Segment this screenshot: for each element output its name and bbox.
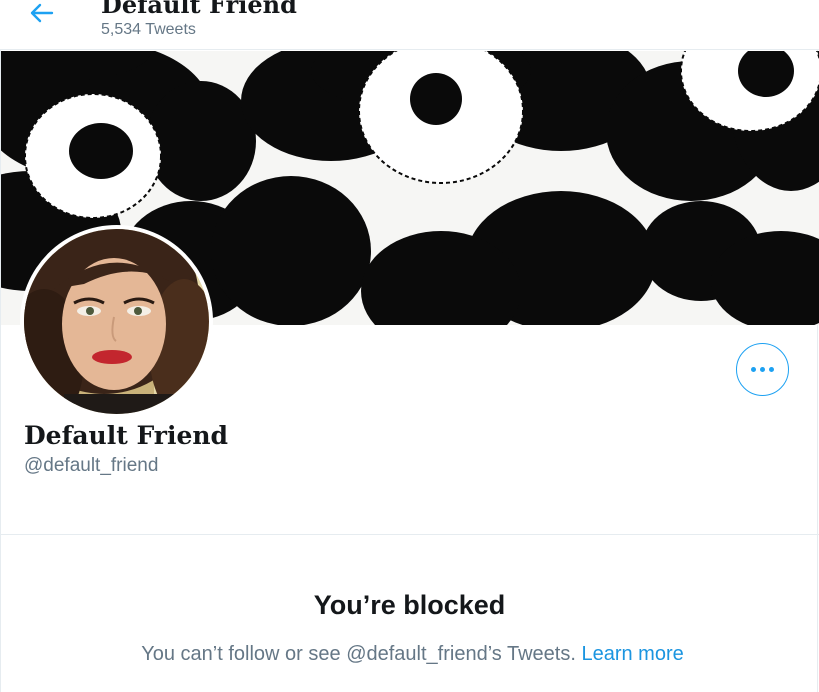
learn-more-link[interactable]: Learn more — [581, 643, 683, 665]
back-button[interactable] — [24, 0, 60, 26]
tweet-count: 5,534 Tweets — [101, 21, 196, 38]
arrow-left-icon — [30, 3, 54, 23]
more-horizontal-icon-dot — [760, 367, 765, 372]
profile-handle: @default_friend — [24, 455, 159, 476]
blocked-title: You’re blocked — [313, 590, 506, 620]
more-horizontal-icon — [751, 367, 756, 372]
more-options-button[interactable] — [736, 343, 789, 396]
blocked-message: You can’t follow or see @default_friend’… — [0, 643, 819, 666]
page-title: Default Friend — [101, 0, 297, 19]
section-divider — [0, 534, 819, 535]
top-bar: Default Friend 5,534 Tweets — [0, 0, 819, 50]
blocked-message-text: You can’t follow or see @default_friend’… — [141, 643, 576, 665]
profile-avatar[interactable] — [20, 225, 213, 418]
profile-display-name: Default Friend — [24, 421, 229, 450]
more-horizontal-icon-dot — [769, 367, 774, 372]
avatar-photo — [24, 229, 209, 414]
